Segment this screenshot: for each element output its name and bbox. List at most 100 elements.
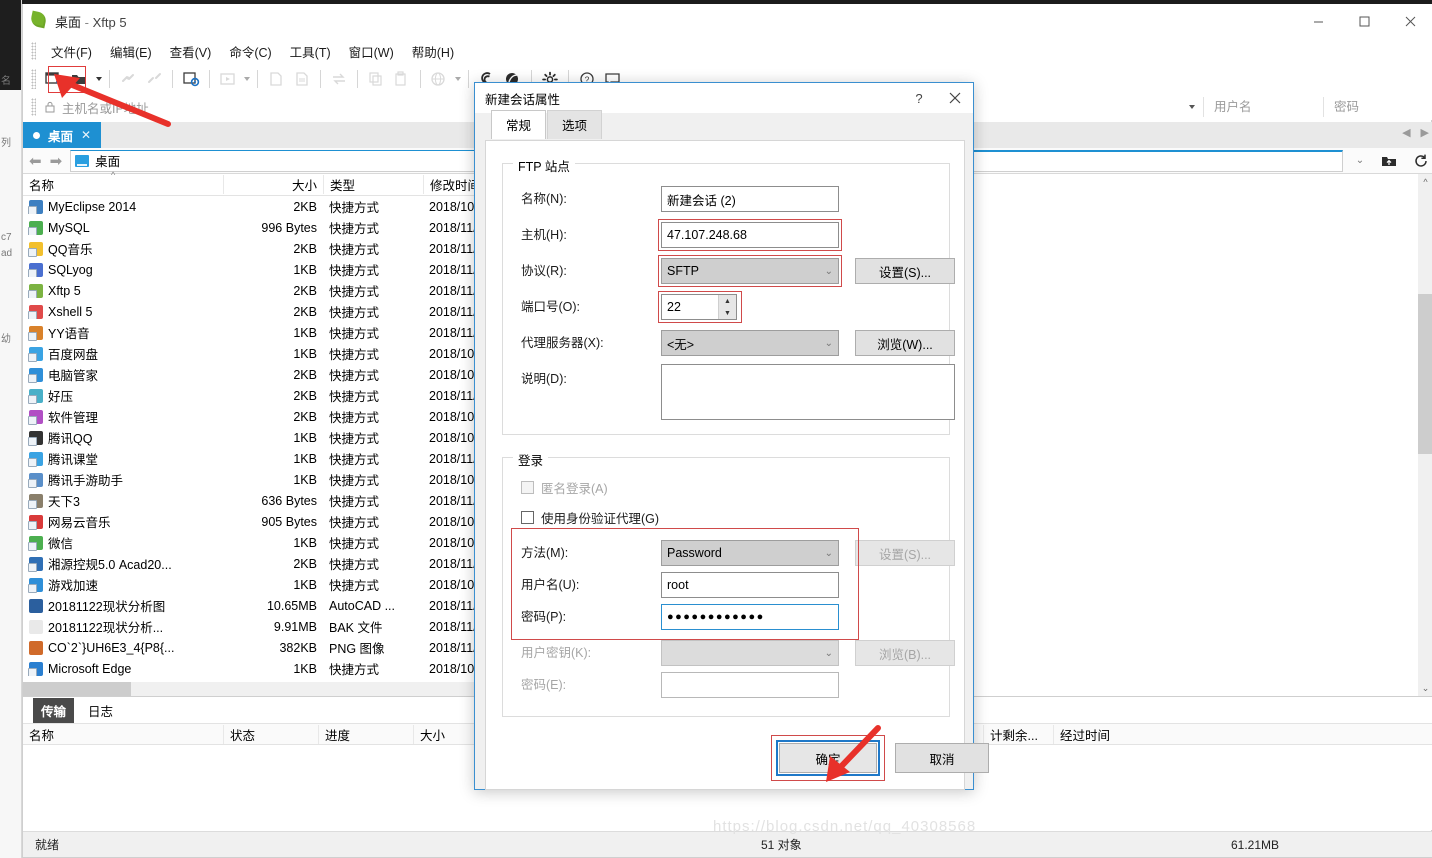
file-type-icon [28, 535, 43, 551]
toolbar-grip-handle[interactable] [31, 69, 36, 89]
file-type-cell: 快捷方式 [329, 264, 380, 278]
open-session-dropdown-icon[interactable] [93, 67, 104, 91]
new-session-icon[interactable] [41, 67, 67, 91]
bg-fragment-0: 名 [1, 76, 11, 87]
label-username: 用户名(U): [521, 578, 580, 592]
dialog-tab-options[interactable]: 选项 [547, 110, 603, 139]
proxy-select[interactable]: <无> ⌄ [661, 330, 839, 356]
label-description: 说明(D): [521, 372, 567, 386]
open-session-icon[interactable] [67, 67, 93, 91]
dialog-close-button[interactable] [937, 83, 973, 113]
menu-command[interactable]: 命令(C) [220, 39, 280, 64]
file-type-cell: 快捷方式 [329, 663, 380, 677]
toolbar-separator-8 [468, 70, 469, 88]
remote-vscroll-thumb[interactable] [1418, 294, 1432, 454]
menu-file[interactable]: 文件(F) [42, 39, 101, 64]
title-bar: 桌面 - Xftp 5 [23, 4, 1432, 38]
port-stepper[interactable]: 22 ▲ ▼ [661, 294, 737, 320]
host-input[interactable]: 主机名或IP地址 [58, 98, 358, 117]
session-name-input[interactable]: 新建会话 (2) [661, 186, 839, 212]
close-button[interactable] [1387, 4, 1432, 38]
tab-transfer[interactable]: 传输 [33, 697, 75, 723]
remote-path-dropdown-icon[interactable]: ⌄ [1351, 155, 1369, 166]
menu-tools[interactable]: 工具(T) [281, 39, 340, 64]
dialog-tab-general[interactable]: 常规 [491, 110, 547, 139]
file-type-icon [28, 556, 43, 572]
menu-help[interactable]: 帮助(H) [403, 39, 463, 64]
transfer-column-name[interactable]: 名称 [23, 725, 223, 744]
status-ready-text: 就绪 [35, 838, 60, 852]
username-input[interactable]: 用户名 [1203, 97, 1323, 117]
file-name-cell: SQLyog [23, 262, 223, 277]
password-field-input[interactable]: ●●●●●●●●●●●● [661, 604, 839, 630]
transfer-column-progress[interactable]: 进度 [318, 724, 413, 744]
remote-vertical-scrollbar[interactable]: ^ ⌄ [1418, 174, 1432, 696]
transfer-column-status[interactable]: 状态 [223, 724, 318, 744]
column-header-size[interactable]: 大小 [223, 175, 323, 194]
password-input[interactable]: 密码 [1323, 97, 1432, 117]
tab-log[interactable]: 日志 [80, 698, 121, 723]
cancel-button[interactable]: 取消 [895, 743, 989, 773]
minimize-button[interactable] [1295, 4, 1341, 38]
file-size-cell: 2KB [293, 241, 317, 256]
port-decrement-icon[interactable]: ▼ [719, 307, 736, 319]
port-increment-icon[interactable]: ▲ [719, 295, 736, 307]
dialog-body: FTP 站点 名称(N): 新建会话 (2) 主机(H): 47.107.248… [485, 140, 965, 790]
file-type-icon [28, 283, 43, 298]
refresh-icon[interactable] [1409, 149, 1432, 173]
menu-edit[interactable]: 编辑(E) [101, 39, 161, 64]
file-name-cell: Microsoft Edge [23, 661, 223, 676]
column-header-type[interactable]: 类型 [323, 175, 423, 194]
transfer-column-elapsed[interactable]: 经过时间 [1053, 724, 1173, 744]
dialog-help-button[interactable]: ? [901, 83, 937, 113]
menu-grip-handle[interactable] [31, 42, 36, 60]
proxy-select-value: <无> [667, 337, 695, 352]
session-tab-desktop[interactable]: 桌面 ✕ [23, 122, 102, 148]
proxy-browse-button[interactable]: 浏览(W)... [855, 330, 955, 356]
forward-icon[interactable]: ➡ [50, 152, 63, 170]
file-name-cell: CO`2`}UH6E3_4{P8{... [23, 640, 223, 655]
label-session-name: 名称(N): [521, 192, 567, 206]
remote-scroll-down-icon[interactable]: ⌄ [1418, 681, 1432, 696]
auth-agent-checkbox[interactable] [521, 511, 534, 524]
back-icon[interactable]: ⬅ [29, 152, 42, 170]
file-name-cell: 20181122现状分析... [23, 617, 223, 636]
auth-method-select[interactable]: Password ⌄ [661, 540, 839, 566]
session-manager-icon[interactable] [178, 67, 204, 91]
remote-scroll-up-icon[interactable]: ^ [1418, 174, 1432, 189]
tab-scroll-right-icon[interactable]: ▶ [1421, 126, 1429, 139]
description-textarea[interactable] [661, 364, 955, 420]
file-type-cell: 快捷方式 [329, 222, 380, 236]
protocol-settings-button[interactable]: 设置(S)... [855, 258, 955, 284]
user-key-browse-button: 浏览(B)... [855, 640, 955, 666]
ftp-site-group-legend: FTP 站点 [513, 156, 575, 175]
host-field-input[interactable]: 47.107.248.68 [661, 222, 839, 248]
maximize-button[interactable] [1341, 4, 1387, 38]
local-hscroll-thumb[interactable] [23, 682, 131, 696]
menu-window[interactable]: 窗口(W) [340, 39, 403, 64]
background-window: 名 列 c7 ad 幼 [0, 0, 22, 858]
menu-view[interactable]: 查看(V) [161, 39, 221, 64]
quickbar-dropdown-icon[interactable] [1181, 105, 1203, 109]
bg-fragment-4: 幼 [1, 334, 11, 345]
file-name-text: 网易云音乐 [48, 516, 111, 530]
file-name-cell: 网易云音乐 [23, 512, 223, 531]
port-value[interactable]: 22 [662, 295, 718, 319]
ok-button[interactable]: 确定 [779, 743, 877, 773]
copy-icon [363, 67, 389, 91]
file-name-cell: 微信 [23, 533, 223, 552]
tab-scroll-left-icon[interactable]: ◀ [1402, 126, 1410, 139]
file-type-cell: 快捷方式 [329, 201, 380, 215]
column-header-name[interactable]: 名称 [23, 175, 223, 194]
port-stepper-arrows[interactable]: ▲ ▼ [718, 295, 736, 319]
quickbar-grip-handle[interactable] [31, 98, 36, 116]
transfer-column-remaining[interactable]: 计剩余... [983, 724, 1053, 744]
file-type-icon [28, 304, 43, 319]
upload-folder-icon[interactable] [1377, 149, 1401, 173]
file-size-cell: 905 Bytes [261, 514, 317, 529]
protocol-select[interactable]: SFTP ⌄ [661, 258, 839, 284]
file-type-cell: 快捷方式 [329, 369, 380, 383]
username-field-input[interactable]: root [661, 572, 839, 598]
session-tab-close-icon[interactable]: ✕ [81, 128, 91, 142]
auth-agent-checkbox-row[interactable]: 使用身份验证代理(G) [521, 508, 659, 527]
